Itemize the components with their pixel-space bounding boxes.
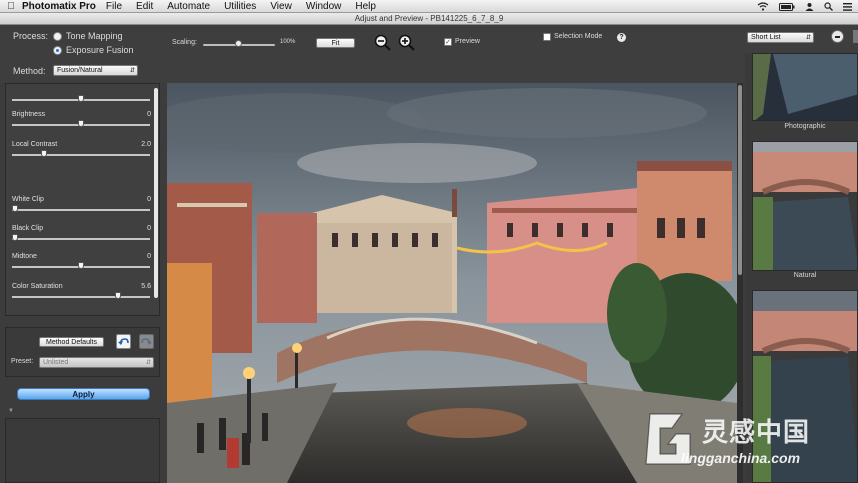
adjustment-slider[interactable] — [12, 296, 150, 298]
updown-icon: ⇵ — [805, 35, 811, 41]
thumbnail-image — [753, 142, 857, 270]
adjustment-slider[interactable] — [12, 238, 150, 240]
adjustment-label: Midtone — [12, 253, 37, 260]
watermark-chinese-text: 灵感中国 — [702, 417, 811, 447]
thumbnail-list-select[interactable]: Short List ⇵ — [747, 32, 814, 43]
apple-logo-icon[interactable]:  — [0, 1, 22, 12]
method-label: Method: — [13, 66, 46, 76]
thumbnail-image — [753, 54, 857, 120]
preset-panel: Method Defaults Preset: Unlisted ⇵ — [5, 327, 160, 377]
redo-icon — [141, 338, 152, 345]
adjustment-value: 2.0 — [141, 141, 151, 148]
adjustment-value: 0 — [147, 196, 151, 203]
scaling-label: Scaling: — [172, 39, 197, 46]
thumbnail-caption-photographic: Photographic — [784, 123, 826, 130]
method-defaults-label: Method Defaults — [46, 339, 97, 346]
adjustment-slider-thumb[interactable] — [114, 292, 121, 299]
preset-select[interactable]: Unlisted ⇵ — [39, 357, 154, 368]
method-select[interactable]: Fusion/Natural ⇵ — [53, 65, 138, 76]
adjustments-panel: Brightness 0 Local Contrast 2.0 White Clip 0 B… — [5, 83, 160, 316]
scaling-slider-thumb[interactable] — [235, 40, 242, 47]
adjustment-slider-thumb[interactable] — [78, 120, 84, 127]
wifi-icon[interactable] — [757, 2, 769, 11]
thumbnail-natural[interactable] — [752, 141, 858, 271]
undo-icon — [118, 338, 129, 345]
menubar-status-area — [757, 0, 852, 13]
adjustment-value: 0 — [147, 111, 151, 118]
adjustment-slider-thumb[interactable] — [41, 150, 48, 157]
apply-button[interactable]: Apply — [17, 388, 150, 400]
watermark: 灵感中国 lingganchina.com — [640, 404, 858, 483]
adjustment-label: Black Clip — [12, 225, 44, 232]
method-select-value: Fusion/Natural — [57, 67, 103, 74]
list-menu-icon[interactable] — [843, 2, 852, 11]
adjustment-slider[interactable] — [12, 154, 150, 156]
fit-button-label: Fit — [331, 40, 340, 47]
window-title: Adjust and Preview - PB141225_6_7_8_9 — [354, 14, 504, 23]
help-icon[interactable]: ? — [617, 33, 626, 42]
exposure-fusion-label[interactable]: Exposure Fusion — [66, 45, 134, 55]
adjustment-slider-thumb[interactable] — [12, 205, 18, 212]
histogram-panel — [5, 418, 160, 483]
undo-button[interactable] — [116, 334, 131, 349]
panel-edge — [853, 30, 858, 43]
redo-button[interactable] — [139, 334, 154, 349]
thumbnail-photographic[interactable] — [752, 53, 858, 121]
thumbnail-caption-natural: Natural — [793, 272, 817, 279]
radio-exposure-fusion[interactable] — [53, 46, 62, 55]
preview-scrollbar-thumb[interactable] — [738, 85, 742, 275]
updown-icon: ⇵ — [129, 68, 135, 74]
menu-edit[interactable]: Edit — [136, 1, 153, 12]
preset-select-value: Unlisted — [43, 359, 69, 366]
preview-checkbox[interactable]: ✓ — [444, 38, 452, 46]
user-icon[interactable] — [805, 2, 814, 11]
scaling-value: 100% — [280, 39, 296, 45]
adjustment-value: 0 — [147, 253, 151, 260]
zoom-in-icon[interactable] — [398, 34, 415, 51]
menu-help[interactable]: Help — [355, 1, 376, 12]
method-defaults-button[interactable]: Method Defaults — [39, 337, 104, 347]
selection-mode-label[interactable]: Selection Mode — [554, 33, 602, 40]
updown-icon: ⇵ — [145, 360, 151, 366]
collapse-panel-icon[interactable] — [831, 30, 844, 43]
menu-utilities[interactable]: Utilities — [224, 1, 256, 12]
menubar:  Photomatix Pro File Edit Automate Util… — [0, 0, 858, 13]
thumbnail-list-value: Short List — [751, 34, 781, 41]
menu-view[interactable]: View — [270, 1, 292, 12]
adjustment-value: 5.6 — [141, 283, 151, 290]
zoom-out-icon[interactable] — [374, 34, 391, 51]
tone-mapping-label[interactable]: Tone Mapping — [66, 31, 123, 41]
fit-button[interactable]: Fit — [316, 38, 355, 48]
menu-file[interactable]: File — [106, 1, 122, 12]
left-panel: Brightness 0 Local Contrast 2.0 White Clip 0 B… — [0, 83, 167, 483]
search-icon[interactable] — [824, 2, 833, 11]
adjustment-label: Color Saturation — [12, 283, 63, 290]
adjustments-scrollbar[interactable] — [154, 88, 158, 298]
toolbar: Process: Tone Mapping Exposure Fusion Me… — [0, 25, 858, 83]
battery-icon[interactable] — [779, 2, 795, 11]
radio-tone-mapping[interactable] — [53, 32, 62, 41]
watermark-url: lingganchina.com — [681, 450, 801, 466]
adjustment-label: White Clip — [12, 196, 44, 203]
window-title-bar: Adjust and Preview - PB141225_6_7_8_9 — [0, 13, 858, 25]
adjustment-label: Brightness — [12, 111, 46, 118]
preset-label: Preset: — [11, 358, 34, 365]
selection-mode-checkbox[interactable] — [543, 33, 551, 41]
adjustment-slider-thumb[interactable] — [12, 234, 18, 241]
disclosure-triangle-icon[interactable]: ▼ — [8, 408, 14, 414]
adjustment-slider-thumb[interactable] — [78, 95, 84, 102]
menu-app-name[interactable]: Photomatix Pro — [22, 1, 96, 12]
adjustment-slider-thumb[interactable] — [78, 262, 84, 269]
apply-button-label: Apply — [72, 390, 95, 399]
adjustment-label: Local Contrast — [12, 141, 58, 148]
adjustment-value: 0 — [147, 225, 151, 232]
adjustment-slider[interactable] — [12, 209, 150, 211]
preview-label[interactable]: Preview — [455, 38, 480, 45]
menu-automate[interactable]: Automate — [167, 1, 210, 12]
process-label: Process: — [13, 31, 49, 41]
menu-window[interactable]: Window — [306, 1, 342, 12]
